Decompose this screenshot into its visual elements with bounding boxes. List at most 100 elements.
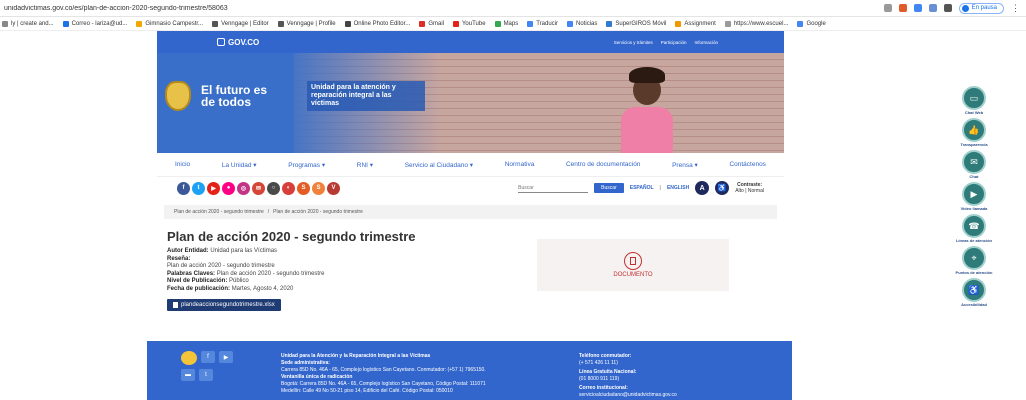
bookmark-item[interactable]: Venngage | Editor bbox=[212, 20, 269, 27]
gov-link[interactable]: Información bbox=[694, 40, 718, 45]
nav-item[interactable]: La Unidad ▾ bbox=[222, 161, 257, 169]
social-icon[interactable]: ✉ bbox=[252, 181, 265, 195]
extension-icon[interactable] bbox=[913, 4, 922, 12]
bookmark-item[interactable]: Noticias bbox=[567, 20, 597, 27]
social-icon[interactable]: ▶ bbox=[207, 181, 220, 195]
font-size-icon[interactable]: A bbox=[695, 181, 710, 195]
bookmark-item[interactable]: YouTube bbox=[452, 20, 486, 27]
download-file-button[interactable]: plandeaccionsegundotrimestre.xlsx bbox=[167, 299, 281, 311]
facebook-icon[interactable]: f bbox=[201, 351, 215, 363]
document-icon bbox=[624, 252, 642, 270]
star-icon[interactable] bbox=[883, 4, 892, 12]
lang-en-link[interactable]: ENGLISH bbox=[667, 185, 689, 191]
bookmark-item[interactable]: Maps bbox=[494, 20, 518, 27]
bookmark-item[interactable]: SuperGIROS Móvil bbox=[606, 20, 666, 27]
search-button[interactable]: Buscar bbox=[594, 183, 624, 193]
social-icon[interactable]: ◎ bbox=[237, 181, 250, 195]
help-item[interactable]: ▭ Chat Web bbox=[962, 86, 986, 115]
help-item[interactable]: 👍 Transparencia bbox=[960, 118, 988, 147]
file-icon bbox=[173, 302, 178, 308]
help-item[interactable]: ♿ Accesibilidad bbox=[961, 278, 987, 307]
search-input[interactable] bbox=[518, 183, 589, 193]
footer-email-link[interactable]: servicioalciudadano@unidadvictimas.gov.c… bbox=[579, 392, 779, 399]
nav-item[interactable]: Centro de documentación bbox=[566, 161, 640, 168]
accessibility-icon[interactable]: ♿ bbox=[715, 181, 730, 195]
social-icon[interactable]: ○ bbox=[267, 181, 280, 195]
gov-link[interactable]: Servicios y trámites bbox=[614, 40, 653, 45]
nav-item[interactable]: Servicio al Ciudadano ▾ bbox=[405, 161, 473, 169]
browser-toolbar-icons: En pausa ⋮ bbox=[883, 2, 1026, 14]
bookmark-favicon-icon bbox=[567, 20, 574, 27]
social-icon[interactable]: ● bbox=[222, 181, 235, 195]
right-help-sidebar: ▭ Chat Web 👍 Transparencia ✉ Chat ▶ Video llama… bbox=[954, 86, 994, 307]
nav-item[interactable]: Normativa bbox=[505, 161, 535, 168]
social-icon[interactable]: f bbox=[177, 181, 190, 195]
menu-dots-icon[interactable]: ⋮ bbox=[1011, 3, 1020, 14]
thumbs-up-icon: 👍 bbox=[962, 118, 986, 142]
profile-avatar-icon bbox=[961, 4, 969, 12]
contrast-control[interactable]: Contraste: Alto | Normal bbox=[735, 182, 764, 194]
bookmark-favicon-icon bbox=[797, 20, 804, 27]
social-icons: f t ▶ ● ◎ ✉ ○ ◐ S S V bbox=[177, 181, 340, 195]
bookmark-item[interactable]: Gmail bbox=[419, 20, 444, 27]
url-text[interactable]: unidadvictimas.gov.co/es/plan-de-accion-… bbox=[0, 5, 884, 12]
bookmark-favicon-icon bbox=[2, 20, 8, 27]
extension-icon[interactable] bbox=[928, 4, 937, 12]
youtube-icon[interactable]: ▶ bbox=[219, 351, 233, 363]
nav-item[interactable]: Contáctenos bbox=[729, 161, 766, 168]
bookmark-item[interactable]: Gimnasio Campestr... bbox=[136, 20, 203, 27]
puzzle-icon[interactable] bbox=[943, 4, 952, 12]
breadcrumb-link[interactable]: Plan de acción 2020 - segundo trimestre bbox=[174, 209, 264, 215]
mascot-logo-icon bbox=[181, 351, 197, 365]
social-icon[interactable]: t bbox=[192, 181, 205, 195]
site-footer: f ▶ ▬ t Unidad para la Atención y la Rep… bbox=[147, 341, 792, 400]
location-icon: ⌖ bbox=[962, 246, 986, 270]
document-label: DOCUMENTO bbox=[613, 272, 653, 278]
lang-es-link[interactable]: ESPAÑOL bbox=[630, 185, 654, 191]
social-icon[interactable]: V bbox=[327, 181, 340, 195]
bookmark-favicon-icon bbox=[494, 20, 501, 27]
coat-of-arms-icon bbox=[165, 81, 191, 111]
footer-address: Unidad para la Atención y la Reparación … bbox=[281, 353, 486, 394]
nav-item[interactable]: Prensa ▾ bbox=[672, 161, 698, 169]
bookmark-item[interactable]: Assignment bbox=[675, 20, 716, 27]
social-icon[interactable]: S bbox=[312, 181, 325, 195]
bookmark-item[interactable]: Correo - lariza@ud... bbox=[62, 20, 127, 27]
nav-item[interactable]: Programas ▾ bbox=[288, 161, 325, 169]
nav-item[interactable]: RNI ▾ bbox=[357, 161, 373, 169]
main-nav: Inicio La Unidad ▾ Programas ▾ RNI ▾ Servici… bbox=[157, 153, 784, 177]
gov-top-bar: GOV.CO Servicios y trámites Participació… bbox=[157, 31, 784, 53]
help-item[interactable]: ▶ Video llamada bbox=[961, 182, 987, 211]
twitter-icon[interactable]: t bbox=[199, 369, 213, 381]
gov-link[interactable]: Participación bbox=[661, 40, 687, 45]
flickr-icon[interactable]: ▬ bbox=[181, 369, 195, 381]
nav-item[interactable]: Inicio bbox=[175, 161, 190, 168]
social-tools-row: ft▶●◎✉○◐SSV Buscar ESPAÑOL | ENGLISH A ♿… bbox=[157, 177, 784, 199]
bookmark-item[interactable]: Traducir bbox=[527, 20, 558, 27]
help-item[interactable]: ⌖ Puntos de atención bbox=[956, 246, 992, 275]
browser-url-bar[interactable]: unidadvictimas.gov.co/es/plan-de-accion-… bbox=[0, 0, 1026, 17]
main-content: Plan de acción 2020 - segundo trimestre … bbox=[157, 229, 784, 313]
bookmark-favicon-icon bbox=[606, 20, 613, 27]
social-icon[interactable]: ◐ bbox=[282, 181, 295, 195]
breadcrumb: Plan de acción 2020 - segundo trimestre … bbox=[164, 205, 777, 219]
bookmark-favicon-icon bbox=[724, 20, 731, 27]
bookmark-item[interactable]: Online Photo Editor... bbox=[344, 20, 410, 27]
help-item[interactable]: ☎ Líneas de atención bbox=[956, 214, 992, 243]
social-icon[interactable]: S bbox=[297, 181, 310, 195]
bookmark-favicon-icon bbox=[136, 20, 143, 27]
extension-icon[interactable] bbox=[898, 4, 907, 12]
bookmark-item[interactable]: https://www.escuel... bbox=[724, 20, 788, 27]
bookmark-item[interactable]: Google bbox=[797, 20, 826, 27]
unit-name-box: Unidad para la atención y reparación int… bbox=[307, 81, 425, 111]
profile-pause-button[interactable]: En pausa bbox=[958, 2, 1004, 14]
chat-icon: ▭ bbox=[962, 86, 986, 110]
bookmark-item[interactable]: ly | create and... bbox=[2, 20, 54, 27]
bookmark-favicon-icon bbox=[675, 20, 682, 27]
gov-logo[interactable]: GOV.CO bbox=[217, 38, 259, 47]
help-item[interactable]: ✉ Chat bbox=[962, 150, 986, 179]
bookmark-favicon-icon bbox=[344, 20, 351, 27]
futuro-logo[interactable]: El futuro es de todos bbox=[165, 81, 271, 111]
document-card[interactable]: DOCUMENTO bbox=[537, 239, 729, 291]
bookmark-item[interactable]: Venngage | Profile bbox=[277, 20, 336, 27]
